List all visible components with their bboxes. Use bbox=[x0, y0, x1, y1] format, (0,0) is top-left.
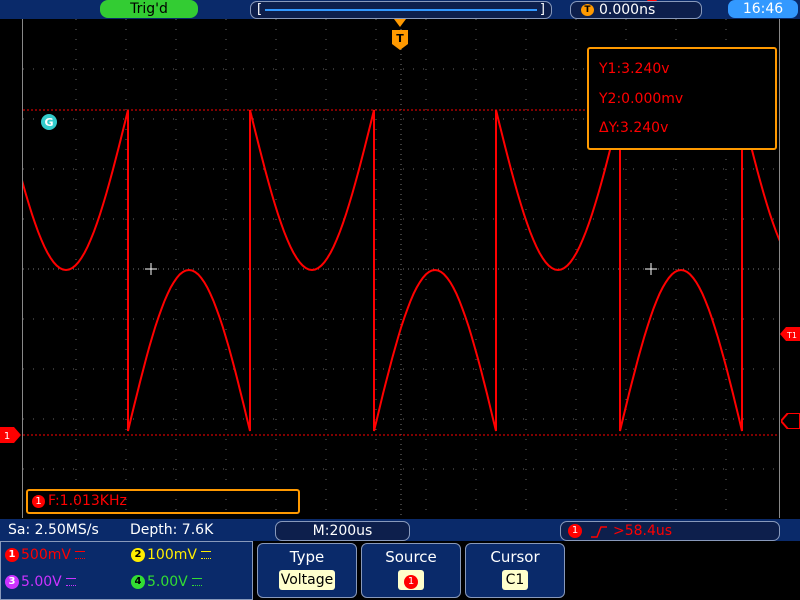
channel1-badge: 1 bbox=[32, 495, 45, 508]
trigger-time-value: 0.000ns bbox=[599, 2, 656, 18]
dc-coupling-icon bbox=[200, 551, 211, 559]
type-menu-button[interactable]: Type Voltage bbox=[257, 543, 357, 598]
acquisition-status-row: Sa: 2.50MS/s Depth: 7.6K M:200us 1 >58.4… bbox=[0, 519, 800, 541]
clock: 16:46 bbox=[728, 0, 798, 18]
source-menu-value-box: 1 bbox=[398, 570, 424, 590]
type-menu-title: Type bbox=[289, 548, 325, 566]
frequency-value: F:1.013KHz bbox=[48, 493, 127, 509]
timebase-display[interactable]: M:200us bbox=[275, 521, 410, 541]
cursor-y2-readout: Y2:0.000mv bbox=[599, 91, 684, 107]
channel1-offset-label: 1 bbox=[4, 431, 10, 442]
trigger-time-display: T 0.000ns bbox=[570, 1, 702, 19]
memory-right-bracket: ] bbox=[539, 2, 545, 17]
cursor-delta-y-readout: ΔY:3.240v bbox=[599, 120, 669, 136]
trigger-arrow-icon bbox=[394, 19, 406, 27]
memory-left-bracket: [ bbox=[257, 2, 263, 17]
rising-edge-icon bbox=[591, 526, 607, 538]
ground-marker-label: G bbox=[44, 116, 53, 129]
trigger-channel-badge: 1 bbox=[568, 524, 582, 538]
cursor-measurement-box: Y1:3.240v Y2:0.000mv ΔY:3.240v bbox=[587, 47, 777, 150]
memory-position-bar[interactable]: [ ] bbox=[250, 0, 657, 19]
cursor-menu-value: C1 bbox=[502, 570, 528, 590]
memory-window-line bbox=[265, 9, 537, 11]
frequency-readout: 1 F:1.013KHz bbox=[26, 489, 300, 514]
channel4-badge-icon: 4 bbox=[131, 575, 145, 589]
channel3-scale-value: 5.00V bbox=[21, 574, 62, 590]
channel4-scale[interactable]: 4 5.00V bbox=[131, 574, 202, 590]
channel1-waveform bbox=[23, 109, 779, 432]
dc-coupling-icon bbox=[65, 578, 76, 586]
channel2-badge-icon: 2 bbox=[131, 548, 145, 562]
source-menu-title: Source bbox=[385, 548, 437, 566]
top-status-bar: Trig'd [ ] T 0.000ns 16:46 bbox=[0, 0, 800, 19]
trigger-settings-display[interactable]: 1 >58.4us bbox=[560, 521, 780, 541]
menu-empty-area bbox=[568, 543, 800, 600]
trigger-time-badge: T bbox=[581, 4, 594, 16]
channel-settings-panel: 1 500mV 2 100mV 3 5.00V 4 5.00V bbox=[0, 541, 253, 600]
channel1-badge-icon: 1 bbox=[5, 548, 19, 562]
channel3-badge-icon: 3 bbox=[5, 575, 19, 589]
dc-coupling-icon bbox=[74, 551, 85, 559]
channel1-offset-marker[interactable]: 1 bbox=[0, 427, 22, 443]
channel2-scale-value: 100mV bbox=[147, 547, 197, 563]
source-menu-button[interactable]: Source 1 bbox=[361, 543, 461, 598]
type-menu-value: Voltage bbox=[279, 570, 335, 590]
cursor-marker-right[interactable] bbox=[781, 413, 800, 429]
ground-marker: G bbox=[41, 114, 57, 130]
channel4-scale-value: 5.00V bbox=[147, 574, 188, 590]
source-channel-badge: 1 bbox=[404, 575, 418, 589]
cursor-menu-button[interactable]: Cursor C1 bbox=[465, 543, 565, 598]
cursor-menu-title: Cursor bbox=[490, 548, 540, 566]
trigger-delay-value: >58.4us bbox=[613, 523, 673, 539]
memory-depth: Depth: 7.6K bbox=[130, 522, 214, 538]
trigger-level-marker[interactable]: T1 bbox=[780, 327, 800, 341]
sample-rate: Sa: 2.50MS/s bbox=[8, 522, 99, 538]
trigger-time-marker-label: T bbox=[396, 32, 404, 45]
channel1-scale[interactable]: 1 500mV bbox=[5, 547, 85, 563]
cursor-y1-readout: Y1:3.240v bbox=[599, 61, 670, 77]
waveform-screen[interactable]: Y1:3.240v Y2:0.000mv ΔY:3.240v 1 F:1.013… bbox=[22, 19, 780, 518]
channel3-scale[interactable]: 3 5.00V bbox=[5, 574, 76, 590]
dc-coupling-icon bbox=[191, 578, 202, 586]
trigger-status-badge: Trig'd bbox=[100, 0, 198, 18]
trigger-time-marker[interactable]: T bbox=[390, 28, 410, 52]
trigger-level-label: T1 bbox=[786, 331, 797, 340]
channel2-scale[interactable]: 2 100mV bbox=[131, 547, 211, 563]
channel1-scale-value: 500mV bbox=[21, 547, 71, 563]
